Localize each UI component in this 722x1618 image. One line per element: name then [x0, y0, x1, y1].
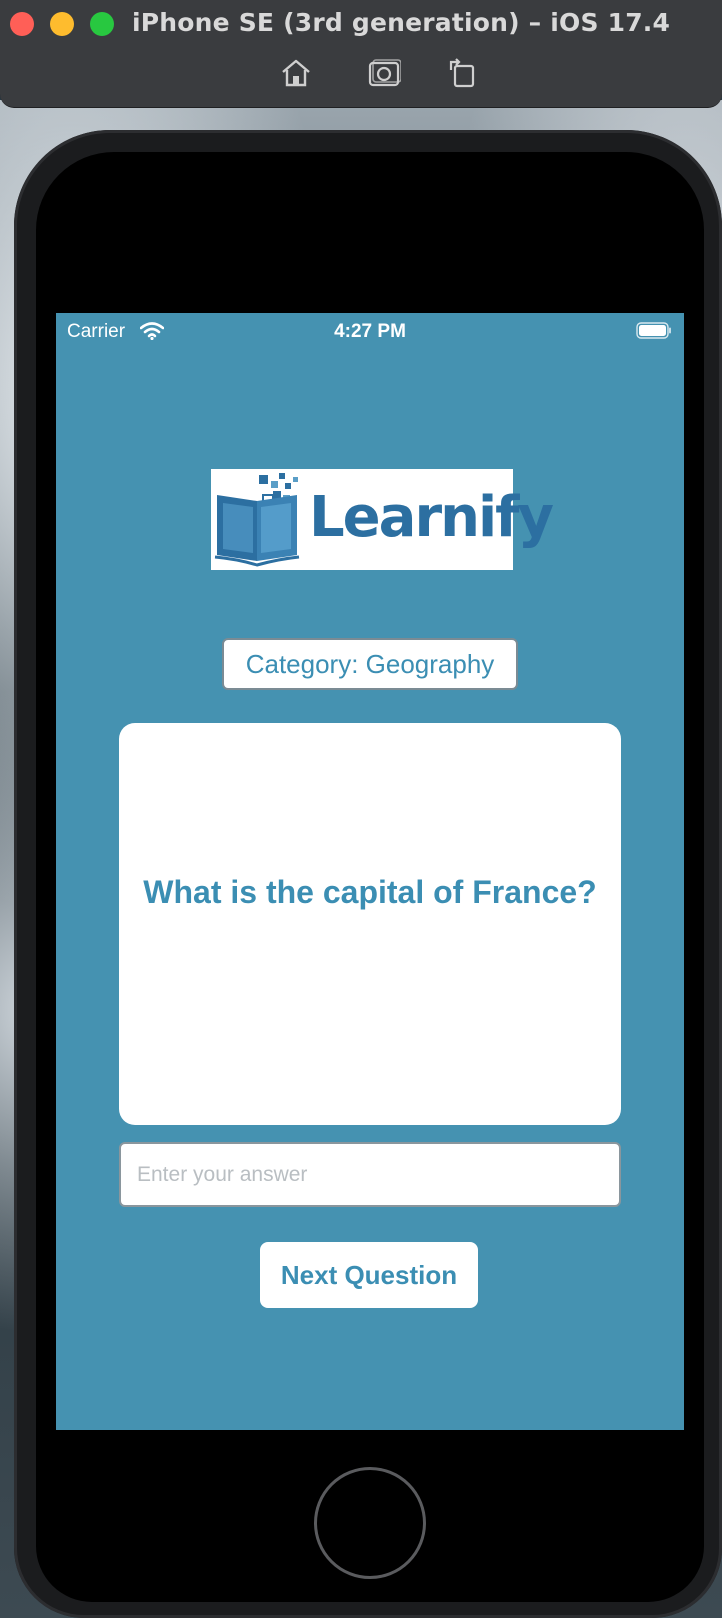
question-text: What is the capital of France?	[143, 874, 597, 910]
close-window-button[interactable]	[10, 12, 34, 36]
open-book-logo-icon	[214, 473, 300, 567]
zoom-window-button[interactable]	[90, 12, 114, 36]
rotate-icon[interactable]	[446, 56, 480, 90]
status-time: 4:27 PM	[334, 321, 406, 342]
next-question-button[interactable]: Next Question	[260, 1242, 478, 1308]
window-title: iPhone SE (3rd generation) – iOS 17.4	[132, 8, 671, 37]
logo-wordmark: Learnify	[309, 485, 554, 550]
status-bar: Carrier 4:27 PM	[56, 313, 684, 349]
learnify-logo: Learnify	[211, 469, 554, 570]
question-card: What is the capital of France?	[119, 723, 621, 1125]
app-screen: Carrier 4:27 PM Learnify Category: Geogr…	[56, 313, 684, 1430]
camera-icon[interactable]	[367, 56, 401, 90]
battery-icon	[636, 322, 671, 339]
category-badge: Category: Geography	[222, 638, 518, 690]
minimize-window-button[interactable]	[50, 12, 74, 36]
house-icon[interactable]	[279, 56, 313, 90]
device-home-button[interactable]	[314, 1467, 426, 1579]
answer-input[interactable]	[119, 1142, 621, 1207]
simulator-title-bar: iPhone SE (3rd generation) – iOS 17.4	[0, 0, 722, 108]
